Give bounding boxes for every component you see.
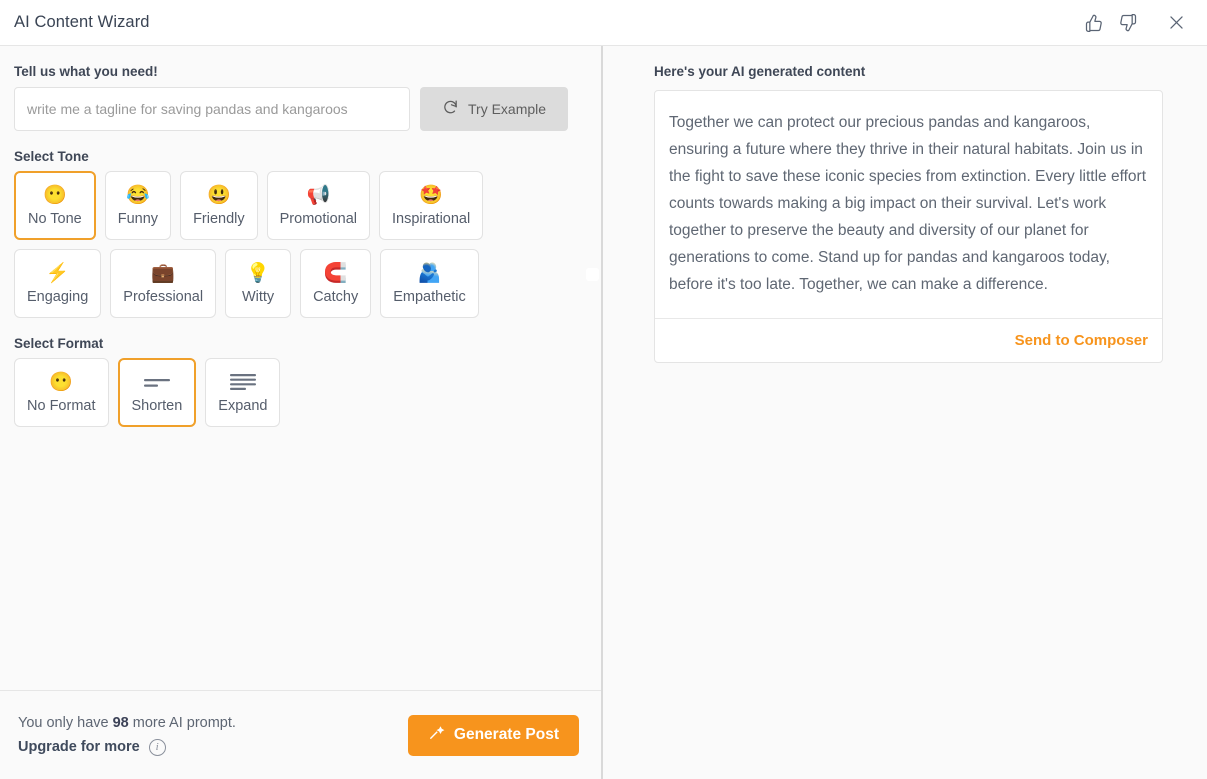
try-example-button[interactable]: Try Example (420, 87, 569, 131)
send-to-composer-button[interactable]: Send to Composer (1015, 332, 1148, 349)
expand-lines-icon (228, 371, 258, 395)
result-title: Here's your AI generated content (654, 64, 866, 79)
format-option-label: Expand (218, 398, 268, 414)
thumbs-down-icon[interactable] (1113, 8, 1143, 38)
upgrade-for-more-link[interactable]: Upgrade for more (18, 739, 140, 755)
thumbs-up-icon[interactable] (1079, 8, 1109, 38)
tone-option-no-tone[interactable]: 😶 No Tone (14, 171, 96, 240)
prompt-label: Tell us what you need! (14, 64, 158, 79)
lightning-emoji-icon: ⚡ (45, 263, 70, 284)
tone-option-engaging[interactable]: ⚡ Engaging (14, 249, 102, 318)
quota-prefix: You only have (18, 714, 113, 731)
page-title: AI Content Wizard (14, 13, 150, 31)
friendly-emoji-icon: 😃 (207, 185, 231, 206)
briefcase-emoji-icon: 💼 (151, 263, 176, 284)
magic-wand-icon (428, 724, 445, 746)
tone-option-label: Funny (117, 211, 159, 227)
tone-section-label: Select Tone (14, 149, 89, 164)
tone-option-label: Friendly (193, 211, 245, 227)
ai-content-wizard-dialog: AI Content Wizard Tell us what you need!… (0, 0, 1207, 779)
generate-post-label: Generate Post (453, 726, 559, 743)
format-option-shorten[interactable]: Shorten (117, 358, 197, 427)
tone-option-promotional[interactable]: 📢 Promotional (266, 171, 371, 240)
funny-emoji-icon: 😂 (126, 185, 150, 206)
megaphone-emoji-icon: 📢 (306, 185, 331, 206)
format-option-label: Shorten (131, 398, 183, 414)
pane-resize-divider[interactable] (586, 46, 603, 779)
tone-option-witty[interactable]: 💡 Witty (225, 249, 292, 318)
tone-option-label: Catchy (313, 289, 359, 305)
format-option-label: No Format (27, 398, 96, 414)
tone-options-row-2: ⚡ Engaging 💼 Professional 💡 Witty 🧲 Catc… (14, 249, 587, 318)
controls-pane: Tell us what you need! Try Example Sel (0, 46, 601, 779)
header-actions (1079, 8, 1191, 38)
prompt-row: Try Example (14, 87, 587, 131)
magnet-emoji-icon: 🧲 (323, 263, 348, 284)
tone-option-label: Promotional (279, 211, 358, 227)
tone-option-label: Inspirational (392, 211, 471, 227)
close-icon[interactable] (1161, 8, 1191, 38)
info-icon[interactable]: i (148, 738, 166, 756)
controls-footer: You only have 98 more AI prompt. Upgrade… (0, 690, 601, 779)
refresh-icon (442, 99, 459, 119)
format-option-no-format[interactable]: 😶 No Format (14, 358, 109, 427)
tone-option-funny[interactable]: 😂 Funny (104, 171, 172, 240)
result-card: Together we can protect our precious pan… (654, 90, 1163, 363)
tone-option-label: Witty (241, 289, 275, 305)
upgrade-row: Upgrade for more i (18, 738, 236, 756)
quota-block: You only have 98 more AI prompt. Upgrade… (18, 715, 236, 756)
result-actions: Send to Composer (655, 318, 1162, 362)
try-example-label: Try Example (468, 101, 547, 117)
hug-emoji-icon: 🫂 (417, 263, 442, 284)
pane-resize-handle[interactable] (586, 268, 599, 281)
dialog-body: Tell us what you need! Try Example Sel (0, 46, 1207, 779)
result-pane: Here's your AI generated content Togethe… (603, 46, 1207, 779)
tone-option-catchy[interactable]: 🧲 Catchy (300, 249, 372, 318)
quota-count: 98 (112, 714, 129, 731)
quota-suffix: more AI prompt. (128, 714, 236, 731)
tone-option-empathetic[interactable]: 🫂 Empathetic (380, 249, 479, 318)
dialog-header: AI Content Wizard (0, 0, 1207, 46)
tone-option-friendly[interactable]: 😃 Friendly (180, 171, 258, 240)
tone-options-row-1: 😶 No Tone 😂 Funny 😃 Friendly 📢 Promotion… (14, 171, 587, 240)
tone-option-label: Empathetic (393, 289, 466, 305)
neutral-face-emoji-icon: 😶 (49, 372, 74, 393)
tone-option-label: Professional (123, 289, 204, 305)
no-tone-emoji-icon: 😶 (43, 185, 67, 206)
format-options-row: 😶 No Format Shorten Expand (14, 358, 587, 427)
tone-option-label: No Tone (28, 211, 82, 227)
generated-content-text: Together we can protect our precious pan… (669, 114, 1146, 293)
controls-scroll-area: Tell us what you need! Try Example Sel (0, 46, 601, 690)
format-section-label: Select Format (14, 336, 104, 351)
star-struck-emoji-icon: 🤩 (419, 185, 443, 206)
quota-text: You only have 98 more AI prompt. (18, 715, 236, 731)
tone-option-inspirational[interactable]: 🤩 Inspirational (379, 171, 484, 240)
prompt-input[interactable] (14, 87, 410, 131)
shorten-lines-icon (142, 371, 172, 395)
format-option-expand[interactable]: Expand (205, 358, 281, 427)
tone-option-label: Engaging (27, 289, 89, 305)
generate-post-button[interactable]: Generate Post (407, 714, 579, 756)
lightbulb-emoji-icon: 💡 (246, 263, 270, 284)
tone-option-professional[interactable]: 💼 Professional (110, 249, 217, 318)
